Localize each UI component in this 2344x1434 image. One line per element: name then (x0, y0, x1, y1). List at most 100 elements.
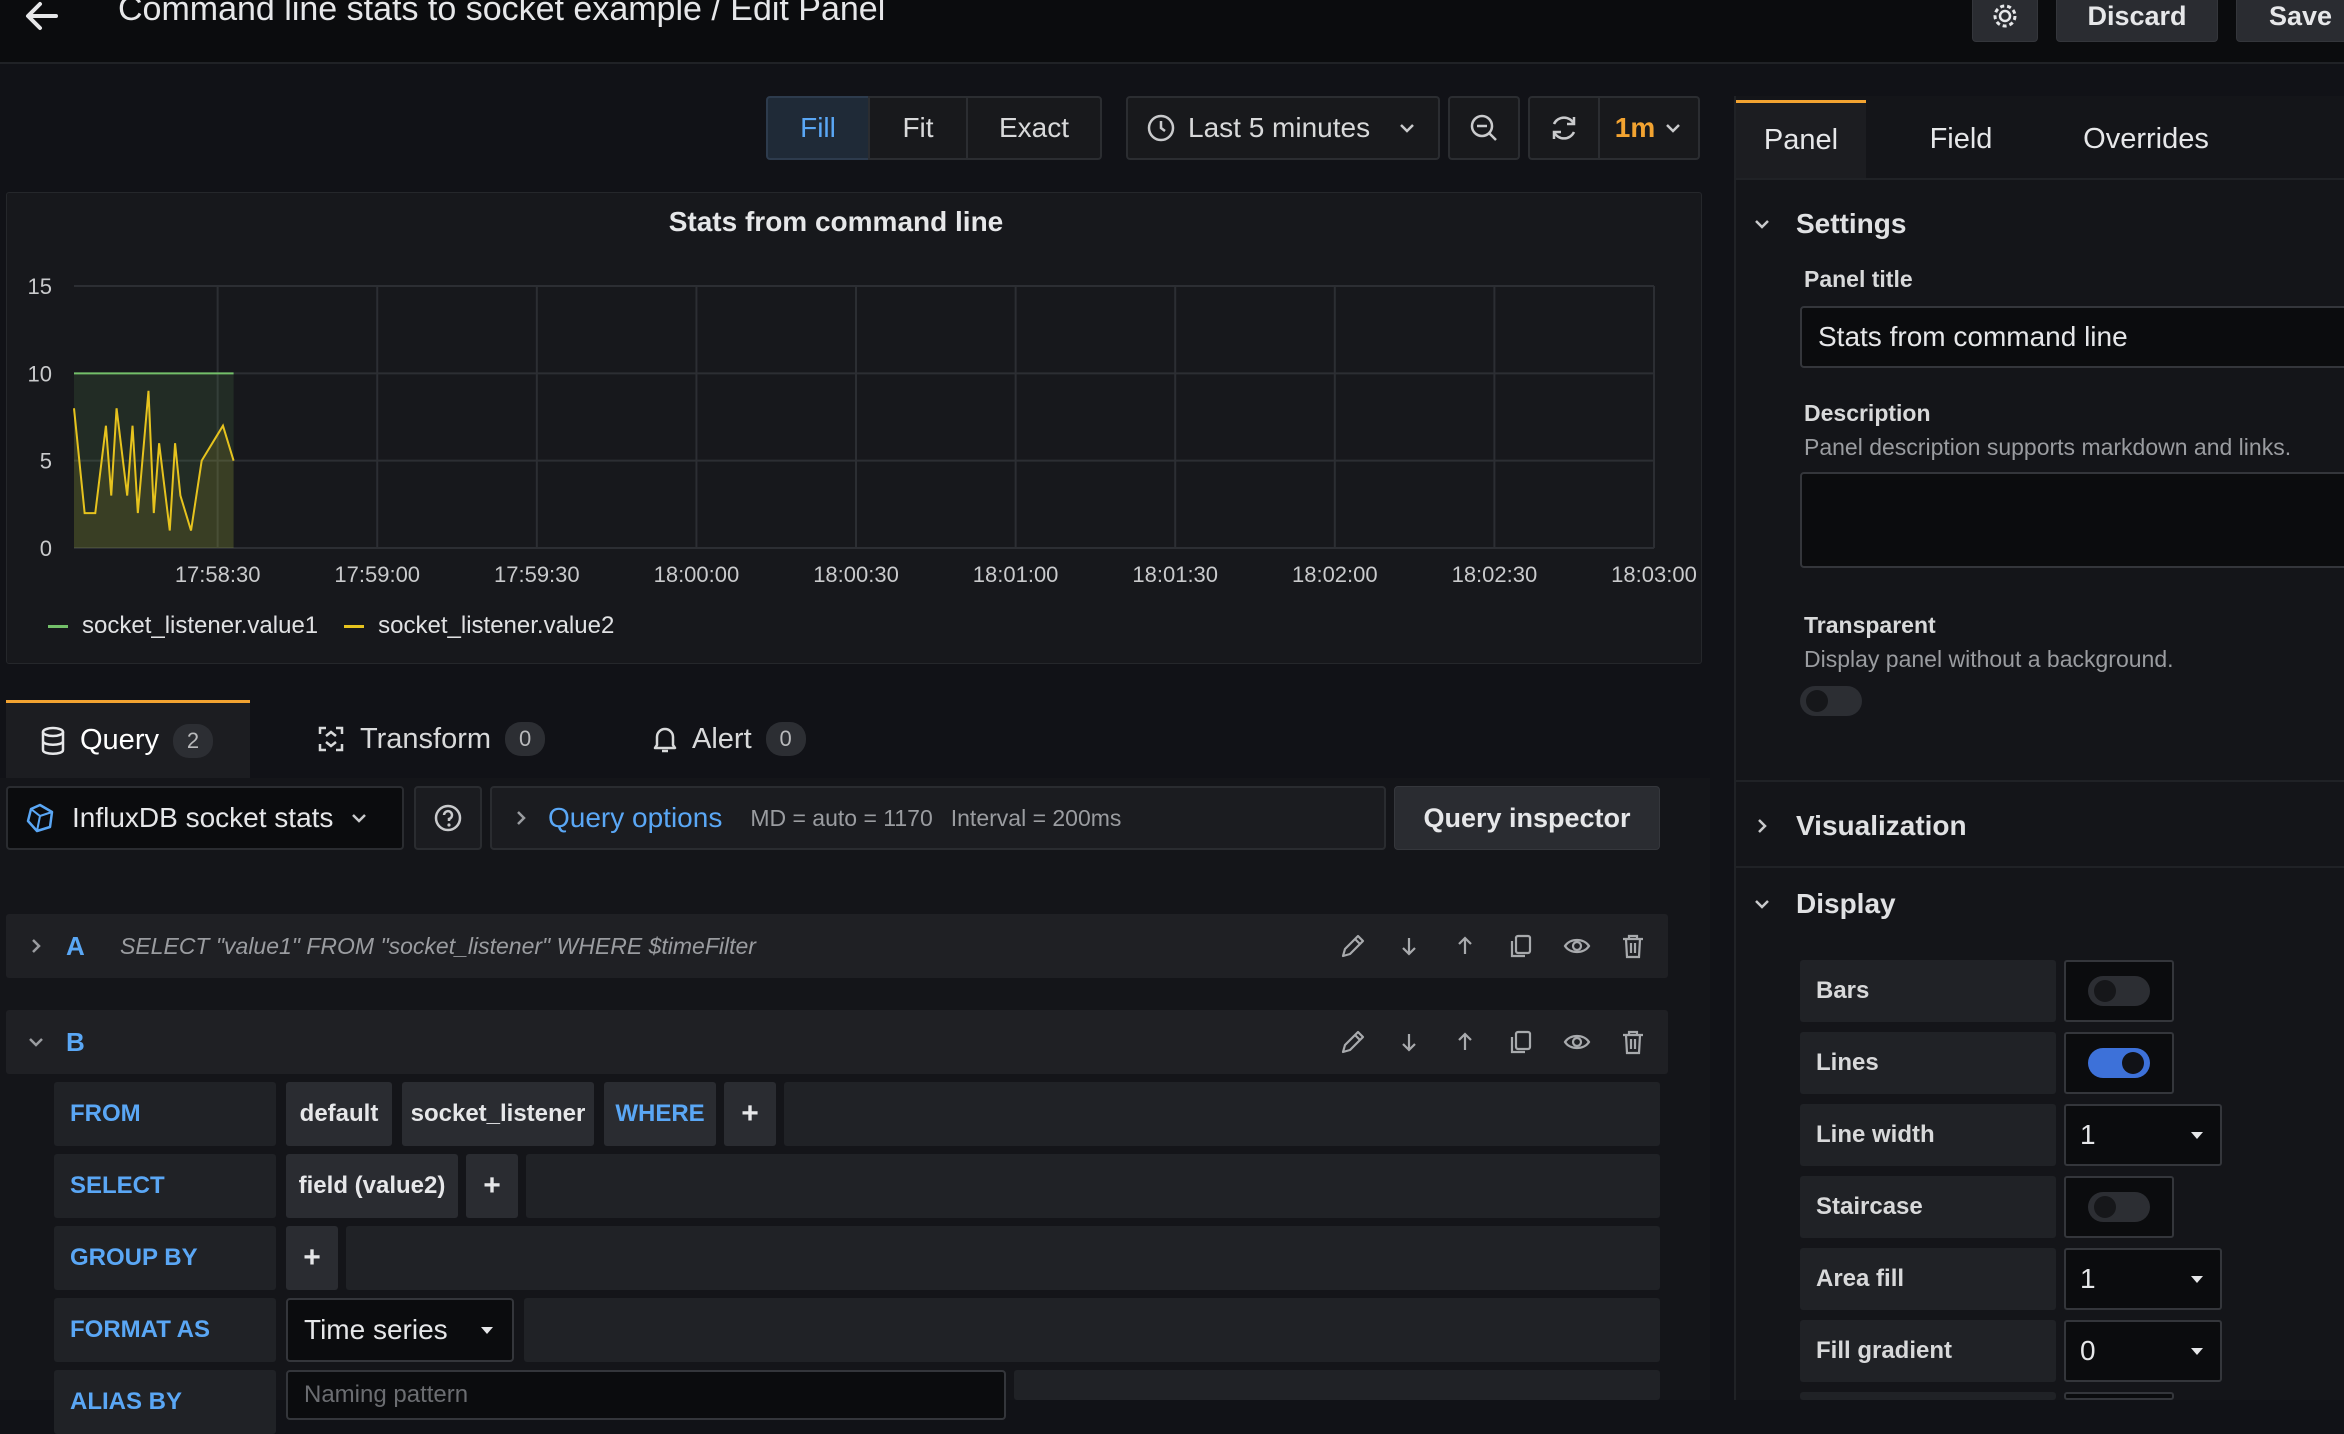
help-button[interactable] (414, 786, 482, 850)
eye-icon[interactable] (1558, 927, 1596, 965)
row-filler (1014, 1370, 1660, 1400)
move-up-icon[interactable] (1446, 1023, 1484, 1061)
select-label: SELECT (54, 1154, 276, 1218)
panel-title-input[interactable]: Stats from command line (1800, 306, 2344, 368)
tab-divider (1736, 178, 2344, 180)
back-arrow-icon[interactable] (18, 0, 66, 42)
staircase-toggle-box[interactable] (2064, 1176, 2174, 1238)
legend-label: socket_listener.value1 (82, 612, 319, 639)
add-group-by-button[interactable]: + (286, 1226, 338, 1290)
add-select-button[interactable]: + (466, 1154, 518, 1218)
visualization-section-header[interactable]: Visualization (1752, 810, 1967, 842)
query-a-header[interactable]: A SELECT "value1" FROM "socket_listener"… (6, 914, 1668, 978)
chevron-down-icon[interactable] (6, 1033, 66, 1051)
row-filler (346, 1226, 1660, 1290)
measurement-segment[interactable]: socket_listener (402, 1082, 594, 1146)
eye-icon[interactable] (1558, 1023, 1596, 1061)
lines-toggle[interactable] (2088, 1048, 2150, 1078)
format-as-value: Time series (304, 1314, 448, 1345)
duplicate-icon[interactable] (1502, 1023, 1540, 1061)
select-field-segment[interactable]: field (value2) (286, 1154, 458, 1218)
gear-icon (1993, 4, 2017, 28)
description-input[interactable] (1800, 472, 2344, 568)
chevron-down-icon (1755, 220, 1769, 229)
staircase-label: Staircase (1800, 1176, 2056, 1238)
query-inspector-button[interactable]: Query inspector (1394, 786, 1660, 850)
alias-by-label: ALIAS BY (54, 1370, 276, 1434)
move-down-icon[interactable] (1390, 1023, 1428, 1061)
format-as-select[interactable]: Time series (286, 1298, 514, 1362)
query-b-header[interactable]: B (6, 1010, 1668, 1074)
legend-swatch (48, 624, 68, 628)
tab-alert[interactable]: Alert 0 (652, 700, 852, 778)
tab-panel[interactable]: Panel (1736, 100, 1866, 178)
caret-down-icon (2191, 1348, 2203, 1355)
fill-gradient-label: Fill gradient (1800, 1320, 2056, 1382)
zoom-out-button[interactable] (1448, 96, 1520, 160)
query-options-toggle[interactable]: Query options MD = auto = 1170 Interval … (490, 786, 1386, 850)
transparent-toggle[interactable] (1800, 686, 1862, 716)
line-width-label: Line width (1800, 1104, 2056, 1166)
edit-icon[interactable] (1334, 1023, 1372, 1061)
bars-toggle-box[interactable] (2064, 960, 2174, 1022)
add-where-button[interactable]: + (724, 1082, 776, 1146)
tab-label: Query (80, 724, 159, 756)
tab-field[interactable]: Field (1896, 100, 2026, 178)
count-badge: 0 (505, 722, 546, 756)
save-button[interactable]: Save (2236, 0, 2344, 42)
legend-label: socket_listener.value2 (378, 612, 615, 639)
alias-by-input[interactable]: Naming pattern (286, 1370, 1006, 1420)
retention-policy-segment[interactable]: default (286, 1082, 392, 1146)
move-down-icon[interactable] (1390, 927, 1428, 965)
refresh-interval-picker[interactable]: 1m (1598, 96, 1700, 160)
page-title: Command line stats to socket example / E… (118, 0, 886, 28)
where-segment[interactable]: WHERE (604, 1082, 716, 1146)
section-title: Visualization (1796, 810, 1967, 841)
trash-icon[interactable] (1614, 927, 1652, 965)
y-tick-label: 5 (40, 449, 52, 474)
move-up-icon[interactable] (1446, 927, 1484, 965)
legend-item-value1[interactable]: socket_listener.value1 (48, 612, 318, 640)
bars-toggle[interactable] (2088, 976, 2150, 1006)
exact-mode-button[interactable]: Exact (966, 96, 1102, 160)
tab-transform[interactable]: Transform 0 (316, 700, 576, 778)
line-width-select[interactable]: 1 (2064, 1104, 2222, 1166)
fill-gradient-select[interactable]: 0 (2064, 1320, 2222, 1382)
fit-mode-button[interactable]: Fit (868, 96, 968, 160)
refresh-button[interactable] (1528, 96, 1600, 160)
edit-icon[interactable] (1334, 927, 1372, 965)
panel-title-label: Panel title (1804, 266, 1913, 292)
count-badge: 0 (765, 722, 806, 756)
row-filler (524, 1298, 1660, 1362)
x-tick-label: 18:01:30 (1132, 562, 1218, 587)
fill-mode-button[interactable]: Fill (766, 96, 870, 160)
zoom-out-icon (1470, 114, 1497, 141)
area-fill-select[interactable]: 1 (2064, 1248, 2222, 1310)
chevron-down-icon (1400, 124, 1414, 133)
tab-overrides[interactable]: Overrides (2066, 100, 2226, 178)
transform-icon (318, 726, 344, 752)
legend-item-value2[interactable]: socket_listener.value2 (344, 612, 614, 640)
refresh-icon (1552, 116, 1576, 140)
x-tick-label: 18:00:30 (813, 562, 899, 587)
display-section-header[interactable]: Display (1752, 888, 1896, 920)
trash-icon[interactable] (1614, 1023, 1652, 1061)
lines-toggle-box[interactable] (2064, 1032, 2174, 1094)
panel-title: Stats from command line (668, 206, 1004, 237)
staircase-toggle[interactable] (2088, 1192, 2150, 1222)
duplicate-icon[interactable] (1502, 927, 1540, 965)
x-tick-label: 17:58:30 (175, 562, 261, 587)
chevron-right-icon[interactable] (6, 937, 66, 955)
next-option-control[interactable] (2064, 1392, 2174, 1400)
area-fill-value: 1 (2080, 1263, 2096, 1294)
row-filler (784, 1082, 1660, 1146)
panel-settings-button[interactable] (1972, 0, 2038, 42)
settings-section-header[interactable]: Settings (1752, 208, 1906, 240)
time-range-picker[interactable]: Last 5 minutes (1126, 96, 1440, 160)
transparent-label: Transparent (1804, 612, 1936, 638)
row-filler (526, 1154, 1660, 1218)
tab-query[interactable]: Query 2 (6, 700, 250, 778)
time-series-chart: 0 5 10 15 17:58:30 17:59:00 17:59:30 18:00:00 18… (28, 274, 1697, 587)
discard-button[interactable]: Discard (2056, 0, 2218, 42)
datasource-picker[interactable]: InfluxDB socket stats (6, 786, 404, 850)
